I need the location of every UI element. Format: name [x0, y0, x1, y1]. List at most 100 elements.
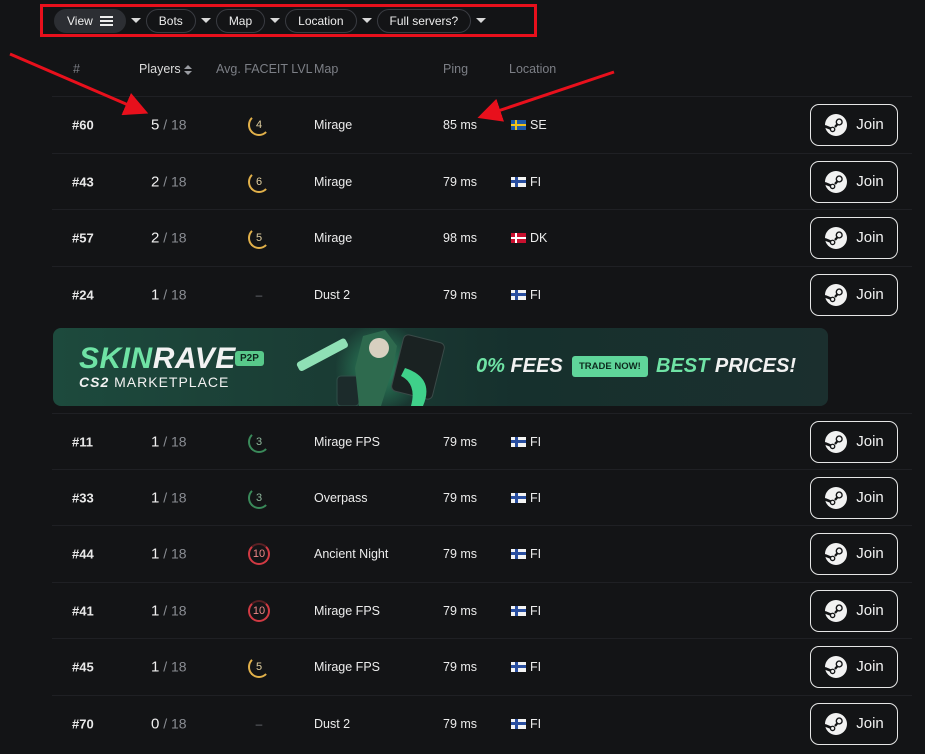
filter-label: Map: [228, 13, 253, 28]
players-max: / 18: [159, 715, 187, 731]
banner-brand-skin: SKIN: [79, 342, 153, 375]
server-id: #70: [72, 716, 94, 731]
faceit-level-badge: 10: [248, 542, 270, 565]
filter-location[interactable]: Location: [285, 8, 357, 33]
player-count: 1 / 18: [151, 602, 187, 619]
table-header: # Players Avg. FACEIT LVL Map Ping Locat…: [0, 60, 925, 82]
map-name: Dust 2: [314, 716, 351, 731]
country-code: FI: [530, 546, 542, 561]
map-name: Mirage FPS: [314, 659, 380, 674]
join-button[interactable]: Join: [810, 420, 898, 463]
chevron-down-icon[interactable]: [196, 9, 216, 33]
player-count: 5 / 18: [151, 116, 187, 133]
banner-fees-percent: 0%: [476, 355, 505, 377]
join-button[interactable]: Join: [810, 160, 898, 203]
col-ping-header: Ping: [443, 62, 469, 76]
join-button[interactable]: Join: [810, 589, 898, 632]
filter-full-servers[interactable]: Full servers?: [376, 8, 472, 33]
steam-icon: [824, 486, 848, 509]
chevron-down-icon[interactable]: [126, 9, 146, 33]
location: FI: [511, 604, 541, 618]
steam-icon: [824, 655, 848, 678]
server-row: #11 1 / 18 3 Mirage FPS 79 ms FI Join: [52, 413, 912, 469]
join-button[interactable]: Join: [810, 476, 898, 519]
map-name: Dust 2: [314, 287, 351, 302]
join-button[interactable]: Join: [810, 216, 898, 259]
faceit-level-badge: 5: [248, 655, 270, 678]
location: FI: [511, 491, 541, 505]
map-name: Overpass: [314, 490, 368, 505]
location: FI: [511, 660, 541, 674]
col-players-header[interactable]: Players: [139, 62, 192, 76]
server-id: #60: [72, 117, 94, 132]
players-max: / 18: [159, 602, 187, 618]
faceit-level: 10: [248, 599, 270, 622]
banner-fees-label: FEES: [504, 355, 563, 377]
country-code: FI: [530, 490, 542, 505]
join-button[interactable]: Join: [810, 645, 898, 688]
location: DK: [511, 231, 547, 245]
chevron-down-icon[interactable]: [265, 9, 285, 33]
filter-map[interactable]: Map: [215, 8, 266, 33]
steam-icon: [824, 599, 848, 622]
steam-icon: [824, 712, 848, 735]
country-code: FI: [530, 659, 542, 674]
faceit-level-badge: 10: [248, 599, 270, 622]
col-id-header: #: [73, 62, 80, 76]
map-name: Mirage FPS: [314, 434, 380, 449]
server-id: #44: [72, 546, 94, 561]
join-button[interactable]: Join: [810, 103, 898, 146]
country-code: FI: [530, 287, 542, 302]
filter-label: View: [67, 13, 93, 28]
join-label: Join: [856, 489, 884, 506]
filter-view[interactable]: View: [54, 8, 126, 33]
filter-label: Full servers?: [389, 13, 459, 28]
location: FI: [511, 547, 541, 561]
map-name: Mirage: [314, 230, 353, 245]
banner-brand: SKINRAVE: [79, 342, 236, 376]
location: FI: [511, 175, 541, 189]
col-location-header: Location: [509, 62, 557, 76]
banner-sub-marketplace: MARKETPLACE: [109, 374, 230, 390]
col-players-label: Players: [139, 62, 181, 76]
server-row: #70 0 / 18 – Dust 2 79 ms FI Join: [52, 695, 912, 751]
banner-trade-now-button[interactable]: TRADE NOW!: [572, 356, 648, 377]
faceit-level: 5: [248, 655, 270, 678]
chevron-down-icon[interactable]: [357, 9, 377, 33]
banner-p2p-badge: P2P: [235, 351, 264, 366]
server-row: #44 1 / 18 10 Ancient Night 79 ms FI Join: [52, 525, 912, 581]
flag-fi-icon: [511, 176, 526, 187]
faceit-level: 10: [248, 542, 270, 565]
menu-icon: [99, 15, 113, 26]
filter-bar: View Bots Map Location Full servers?: [40, 4, 537, 37]
banner-fees: 0% FEES: [476, 355, 563, 378]
sort-icon[interactable]: [183, 64, 192, 75]
join-label: Join: [856, 116, 884, 133]
country-code: FI: [530, 434, 542, 449]
players-max: / 18: [159, 433, 187, 449]
flag-fi-icon: [511, 718, 526, 729]
join-button[interactable]: Join: [810, 273, 898, 316]
join-label: Join: [856, 173, 884, 190]
ping-value: 79 ms: [443, 174, 478, 189]
players-max: / 18: [159, 658, 187, 674]
server-id: #11: [72, 434, 93, 449]
player-count: 2 / 18: [151, 229, 187, 246]
join-label: Join: [856, 433, 884, 450]
steam-icon: [824, 542, 848, 565]
filter-bots[interactable]: Bots: [145, 8, 196, 33]
join-button[interactable]: Join: [810, 532, 898, 575]
players-max: / 18: [159, 116, 187, 132]
player-count: 1 / 18: [151, 658, 187, 675]
server-id: #57: [72, 230, 94, 245]
banner-character-art: [296, 328, 445, 406]
players-max: / 18: [159, 545, 187, 561]
chevron-down-icon[interactable]: [471, 9, 491, 33]
faceit-level: –: [248, 713, 270, 735]
flag-fi-icon: [511, 289, 526, 300]
server-id: #43: [72, 174, 94, 189]
country-code: DK: [530, 230, 548, 245]
flag-se-icon: [511, 119, 526, 130]
skinrave-banner[interactable]: SKINRAVE P2P CS2 MARKETPLACE 0% FEES TRA…: [53, 328, 828, 406]
join-button[interactable]: Join: [810, 702, 898, 745]
